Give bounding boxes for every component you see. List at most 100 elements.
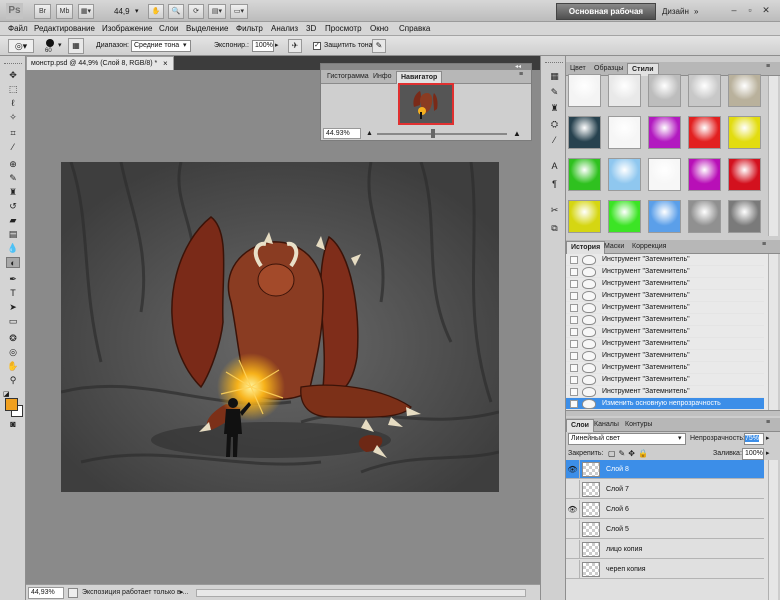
style-khaki-swatch[interactable] (728, 74, 761, 107)
range-dropdown-icon[interactable]: ▾ (183, 40, 187, 52)
style-green-swatch[interactable] (568, 158, 601, 191)
style-soft-white-swatch[interactable] (648, 158, 681, 191)
tab-masks[interactable]: Маски (600, 241, 628, 254)
eye-hidden-icon[interactable] (566, 560, 580, 579)
lock-icons[interactable]: ▢✎✥🔒 (608, 448, 651, 460)
history-item[interactable]: Инструмент "Затемнитель" (566, 314, 764, 326)
paragraph-panel-icon[interactable]: ¶ (548, 178, 561, 190)
zoom-tool-button[interactable]: 🔍 (168, 4, 184, 19)
layer-name[interactable]: Слой 6 (606, 500, 629, 519)
menu-edit[interactable]: Редактирование (34, 22, 95, 36)
brush-tool-icon[interactable]: ✎ (6, 173, 20, 184)
history-item[interactable]: Инструмент "Затемнитель" (566, 362, 764, 374)
history-item[interactable]: Инструмент "Затемнитель" (566, 326, 764, 338)
eye-icon[interactable]: 👁 (566, 500, 580, 519)
styles-menu-icon[interactable]: ≡ (766, 63, 770, 70)
workspace-design-link[interactable]: Дизайн (662, 4, 689, 19)
exposure-input[interactable]: 100% (252, 40, 274, 52)
default-colors-icon[interactable]: ◪ (3, 390, 10, 398)
tool-preset-picker[interactable]: ◎▾ (8, 39, 34, 53)
opacity-input[interactable]: 75% (744, 433, 764, 445)
layer-row[interactable]: череп копия (566, 560, 764, 579)
navigator-slider-handle[interactable] (431, 129, 435, 138)
history-snapshot-source-icon[interactable] (570, 388, 578, 396)
close-icon[interactable]: ✕ (760, 4, 772, 16)
menu-layers[interactable]: Слои (159, 22, 178, 36)
style-bright-green-swatch[interactable] (608, 200, 641, 233)
hand-tool-button[interactable]: ✋ (148, 4, 164, 19)
brush-presets-icon[interactable]: ✎ (548, 86, 561, 98)
navigator-zoom-field[interactable]: 44.93% (323, 128, 361, 139)
navigator-zoom-out-icon[interactable]: ▲ (366, 128, 373, 139)
shape-tool-icon[interactable]: ▭ (6, 316, 20, 327)
tab-adjustments[interactable]: Коррекция (628, 241, 670, 254)
brush-panel-toggle-icon[interactable]: ▦ (68, 38, 84, 54)
navigator-collapse-icon[interactable]: ◂◂ (515, 63, 521, 70)
layers-scrollbar[interactable] (768, 460, 778, 600)
blend-mode-select[interactable]: Линейный свет (568, 433, 686, 445)
eye-hidden-icon[interactable] (566, 480, 580, 499)
zoom-tool-icon[interactable]: ⚲ (6, 375, 20, 386)
menu-analysis[interactable]: Анализ (271, 22, 298, 36)
horizontal-scrollbar[interactable] (196, 589, 526, 597)
layer-row[interactable]: 👁 Слой 6 (566, 500, 764, 519)
menu-3d[interactable]: 3D (306, 22, 316, 36)
history-item[interactable]: Изменить основную непрозрачность (566, 398, 764, 410)
document-workspace[interactable] (26, 70, 540, 584)
pen-tool-icon[interactable]: ✒ (6, 274, 20, 285)
adjustments-icon[interactable]: ⛭ (548, 118, 561, 130)
history-item[interactable]: Инструмент "Затемнитель" (566, 278, 764, 290)
style-white-swatch[interactable] (608, 116, 641, 149)
brush-picker-icon[interactable]: ▾ (58, 39, 62, 53)
eyedropper-tool-icon[interactable]: ⁄ (6, 142, 20, 153)
history-menu-icon[interactable]: ≡ (762, 241, 766, 248)
history-brush-tool-icon[interactable]: ↺ (6, 201, 20, 212)
history-item[interactable]: Инструмент "Затемнитель" (566, 374, 764, 386)
strip-grip[interactable] (545, 58, 563, 63)
style-purple-swatch[interactable] (648, 116, 681, 149)
menu-help[interactable]: Справка (399, 22, 430, 36)
healing-brush-tool-icon[interactable]: ⊕ (6, 159, 20, 170)
foreground-color-swatch[interactable] (5, 398, 18, 411)
style-chrome-swatch[interactable] (688, 200, 721, 233)
history-panel-icon[interactable]: ▦ (548, 70, 561, 82)
eye-icon[interactable]: 👁 (566, 460, 580, 479)
mini-bridge-button[interactable]: Mb (56, 4, 73, 19)
type-tool-icon[interactable]: T (6, 288, 20, 299)
protect-tones-checkbox[interactable]: ✓ (313, 42, 321, 50)
3d-rotate-tool-icon[interactable]: ❂ (6, 333, 20, 344)
style-lime-swatch[interactable] (568, 200, 601, 233)
fill-slider-icon[interactable]: ▸ (766, 448, 770, 460)
style-magenta-swatch[interactable] (688, 158, 721, 191)
fill-input[interactable]: 100% (742, 448, 764, 460)
layer-row[interactable]: Слой 7 (566, 480, 764, 499)
menu-select[interactable]: Выделение (186, 22, 228, 36)
history-snapshot-source-icon[interactable] (570, 352, 578, 360)
quick-mask-icon[interactable]: ◙ (6, 419, 20, 430)
layer-name[interactable]: череп копия (606, 560, 646, 579)
gradient-tool-icon[interactable]: ▤ (6, 229, 20, 240)
zoom-level[interactable]: 44,9 (114, 4, 130, 19)
tab-histogram[interactable]: Гистограмма (323, 71, 373, 84)
style-steel-swatch[interactable] (728, 200, 761, 233)
status-zoom-field[interactable]: 44,93% (28, 587, 64, 599)
rotate-view-button[interactable]: ⟳ (188, 4, 204, 19)
brush-panel-icon[interactable]: ⁄ (548, 134, 561, 146)
tab-channels[interactable]: Каналы (590, 419, 623, 432)
eye-hidden-icon[interactable] (566, 540, 580, 559)
bridge-button[interactable]: Br (34, 4, 51, 19)
history-snapshot-source-icon[interactable] (570, 328, 578, 336)
airbrush-icon[interactable]: ✈ (288, 39, 302, 53)
menu-window[interactable]: Окно (370, 22, 389, 36)
menu-file[interactable]: Файл (8, 22, 28, 36)
layer-name[interactable]: Слой 8 (606, 460, 629, 479)
history-snapshot-source-icon[interactable] (570, 280, 578, 288)
blend-mode-dropdown-icon[interactable]: ▾ (678, 433, 682, 445)
menu-view[interactable]: Просмотр (325, 22, 362, 36)
toolbar-grip[interactable] (4, 59, 22, 64)
screen-mode-button[interactable]: ▭▾ (230, 4, 248, 19)
style-gray-bevel-swatch[interactable] (648, 74, 681, 107)
quick-select-tool-icon[interactable]: ✧ (6, 112, 20, 123)
hand-tool-icon[interactable]: ✋ (6, 361, 20, 372)
zoom-dropdown-icon[interactable]: ▾ (135, 4, 139, 19)
